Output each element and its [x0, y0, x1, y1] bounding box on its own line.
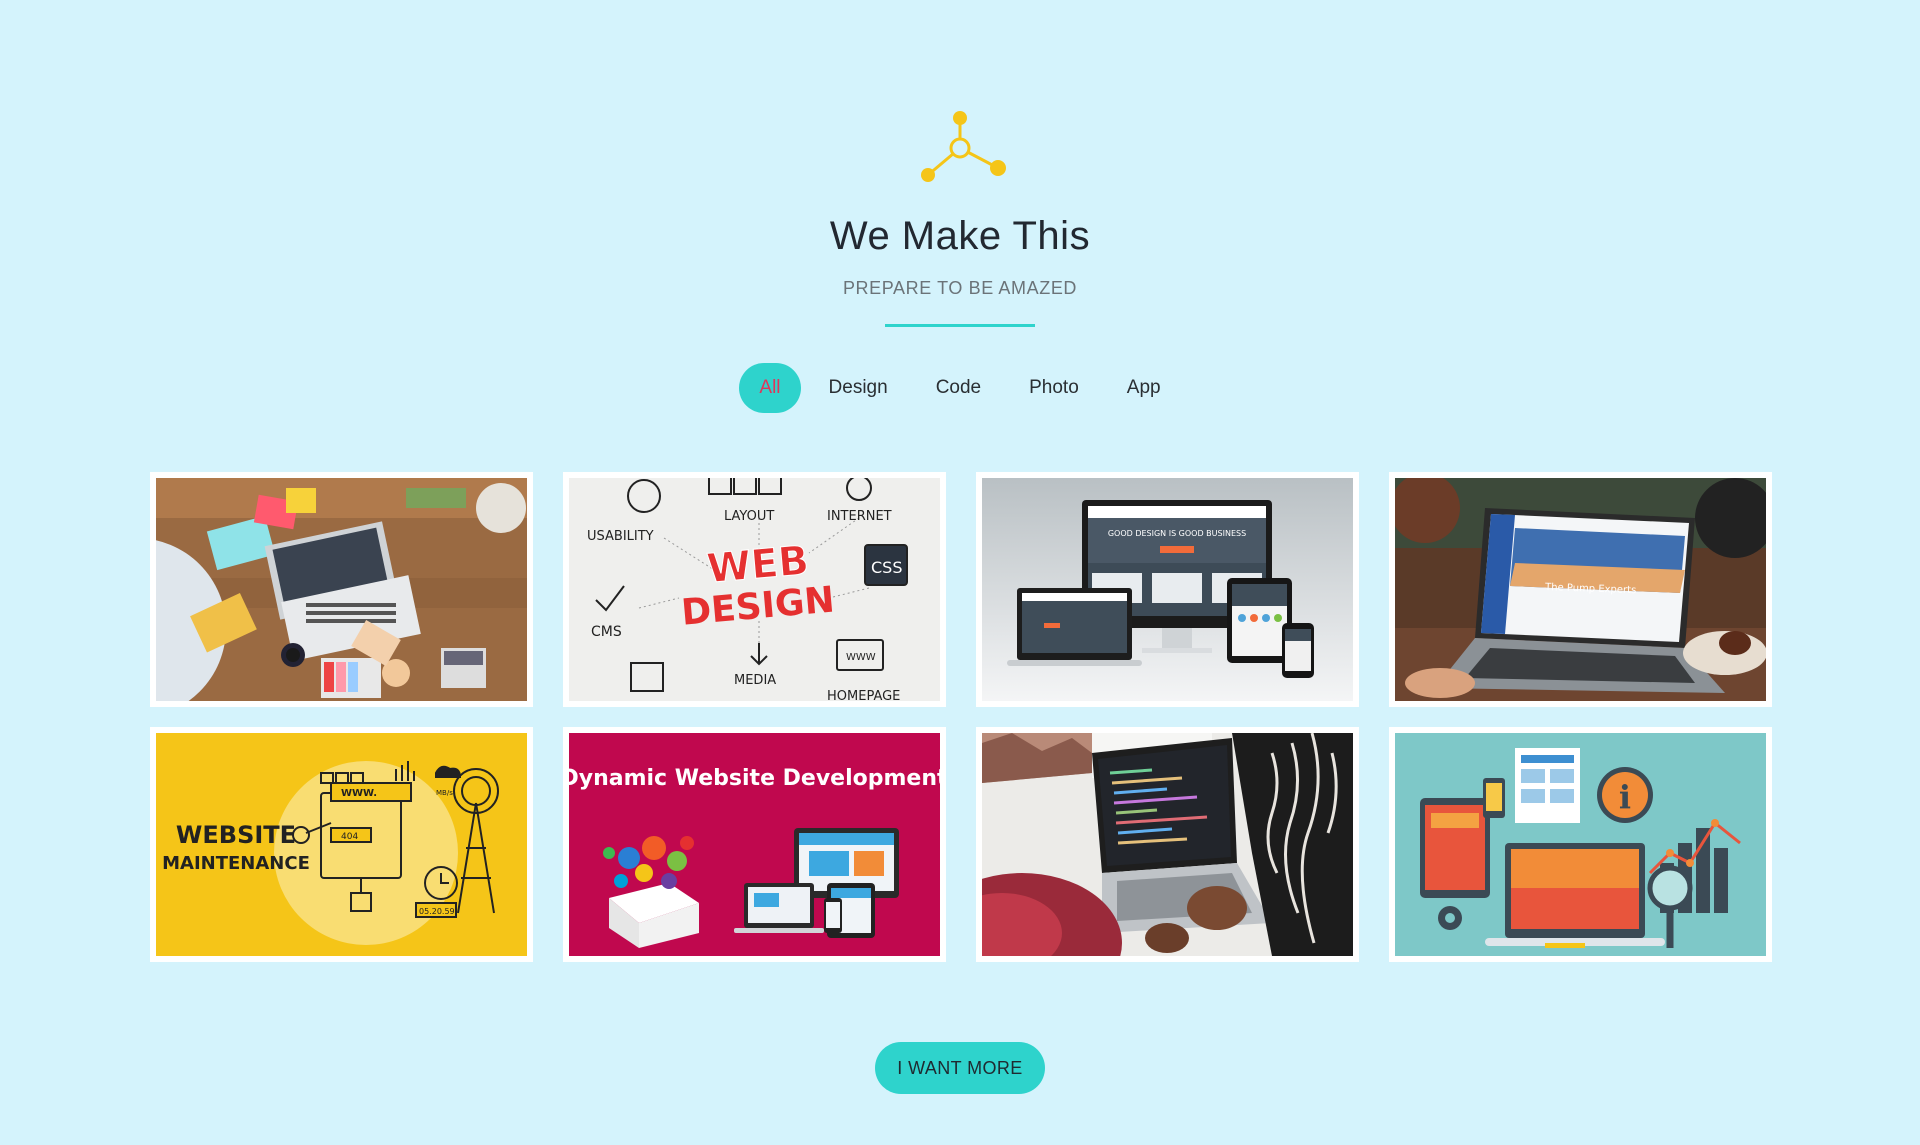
- molecule-share-icon: [921, 111, 1006, 182]
- filter-tab-code[interactable]: Code: [916, 363, 1001, 413]
- website-maintenance-image: WEBSITE MAINTENANCE WWW. 404 05.20.59 MB…: [156, 733, 527, 956]
- portfolio-item-flat-illustration[interactable]: i: [1389, 727, 1772, 962]
- portfolio-item-responsive-devices[interactable]: GOOD DESIGN IS GOOD BUSINESS: [976, 472, 1359, 707]
- portfolio-item-web-design[interactable]: WEB DESIGN USABILITY LAYOUT INTERNET CSS…: [563, 472, 946, 707]
- maintenance-clock-readout: 05.20.59: [419, 907, 455, 916]
- web-design-label-usability: USABILITY: [587, 529, 654, 544]
- filter-tab-design[interactable]: Design: [809, 363, 908, 413]
- maintenance-www: WWW.: [341, 788, 377, 799]
- title-divider: [885, 324, 1035, 327]
- web-design-label-internet: INTERNET: [827, 509, 892, 524]
- web-design-label-css: CSS: [871, 558, 902, 577]
- laptop-desk-image: [156, 478, 527, 701]
- portfolio-item-dynamic-development[interactable]: Dynamic Website Development: [563, 727, 946, 962]
- portfolio-grid: WEB DESIGN USABILITY LAYOUT INTERNET CSS…: [150, 472, 1772, 962]
- maintenance-title-2: MAINTENANCE: [162, 853, 310, 874]
- coding-image: [982, 733, 1353, 956]
- maintenance-404: 404: [341, 832, 358, 842]
- i-want-more-button[interactable]: I WANT MORE: [875, 1042, 1045, 1094]
- page-subtitle: PREPARE TO BE AMAZED: [842, 278, 1078, 298]
- maintenance-speed-label: MB/s: [436, 789, 453, 797]
- maintenance-title-1: WEBSITE: [176, 821, 296, 849]
- web-design-label-cms: CMS: [591, 624, 622, 640]
- page-title: We Make This: [829, 214, 1091, 258]
- laptop-cafe-image: The Pump Experts: [1395, 478, 1766, 701]
- portfolio-item-laptop-cafe[interactable]: The Pump Experts: [1389, 472, 1772, 707]
- svg-text:i: i: [1619, 778, 1631, 816]
- filter-tab-photo[interactable]: Photo: [1009, 363, 1099, 413]
- portfolio-item-laptop-desk[interactable]: [150, 472, 533, 707]
- portfolio-filter-bar: All Design Code Photo App: [0, 363, 1920, 413]
- web-design-image: WEB DESIGN USABILITY LAYOUT INTERNET CSS…: [569, 478, 940, 701]
- web-design-label-homepage: HOMEPAGE: [827, 689, 900, 701]
- portfolio-item-website-maintenance[interactable]: WEBSITE MAINTENANCE WWW. 404 05.20.59 MB…: [150, 727, 533, 962]
- web-design-label-www: WWW: [846, 652, 876, 663]
- web-design-label-media: MEDIA: [734, 673, 776, 688]
- devices-headline: GOOD DESIGN IS GOOD BUSINESS: [1108, 529, 1246, 538]
- portfolio-item-coding[interactable]: [976, 727, 1359, 962]
- dynamic-development-image: Dynamic Website Development: [569, 733, 940, 956]
- filter-tab-app[interactable]: App: [1107, 363, 1181, 413]
- responsive-devices-image: GOOD DESIGN IS GOOD BUSINESS: [982, 478, 1353, 701]
- filter-tab-all[interactable]: All: [739, 363, 801, 413]
- web-design-label-layout: LAYOUT: [724, 509, 774, 524]
- dynamic-dev-title: Dynamic Website Development: [569, 766, 940, 791]
- flat-illustration-image: i: [1395, 733, 1766, 956]
